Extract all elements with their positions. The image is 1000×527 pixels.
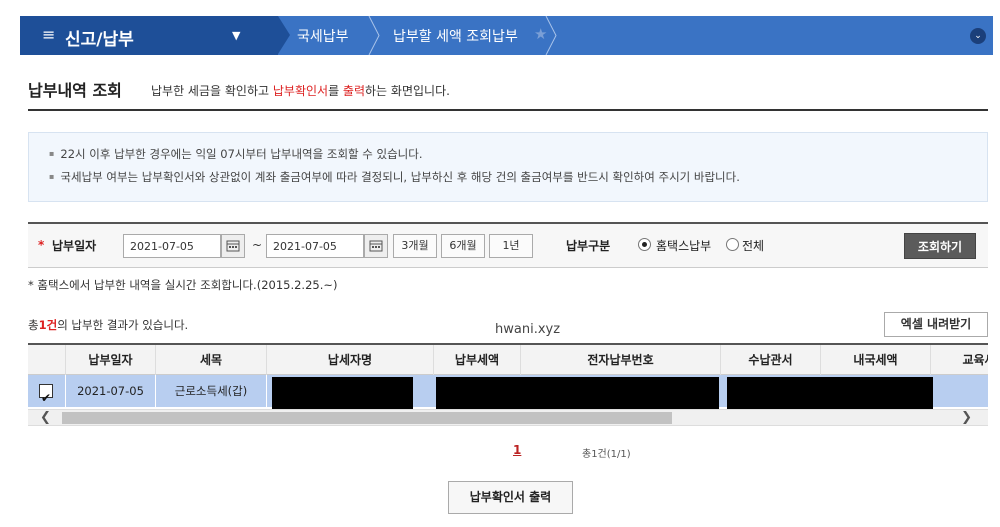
notice-box: 22시 이후 납부한 경우에는 익일 07시부터 납부내역을 조회할 수 있습니… [28, 132, 988, 202]
required-mark: * [38, 238, 45, 252]
column-header-education-tax: 교육세 [931, 345, 988, 375]
breadcrumb-national-tax[interactable]: 국세납부 [297, 26, 349, 46]
radio-hometax[interactable] [638, 238, 651, 251]
top-nav-bar: ≡ 신고/납부 ▼ 국세납부 납부할 세액 조회납부 ★ [20, 16, 993, 55]
page-description: 납부한 세금을 확인하고 납부확인서를 출력하는 화면입니다. [151, 82, 450, 99]
chevron-down-circle-icon[interactable]: ⌄ [970, 28, 986, 44]
title-divider [28, 109, 988, 111]
results-table: 납부일자 세목 납세자명 납부세액 전자납부번호 수납관서 내국세액 교육세 2… [28, 343, 988, 429]
menu-arrow [278, 16, 290, 54]
excel-download-button[interactable]: 엑셀 내려받기 [884, 312, 988, 337]
desc-highlight-print: 출력 [342, 84, 366, 98]
cell-date: 2021-07-05 [66, 375, 156, 407]
period-6-months-button[interactable]: 6개월 [441, 234, 485, 258]
hometax-note: * 홈택스에서 납부한 내역을 실시간 조회합니다.(2015.2.25.~) [28, 278, 338, 292]
period-3-months-button[interactable]: 3개월 [393, 234, 437, 258]
breadcrumb-payment-inquiry[interactable]: 납부할 세액 조회납부 [393, 26, 518, 46]
redacted-payment-info [436, 377, 719, 411]
date-range-separator: ~ [252, 238, 263, 252]
scrollbar-thumb[interactable] [62, 412, 672, 424]
caret-down-icon: ▼ [232, 29, 241, 42]
redacted-taxpayer-name [272, 377, 413, 411]
notice-item: 국세납부 여부는 납부확인서와 상관없이 계좌 출금여부에 따라 결정되니, 납… [49, 169, 739, 185]
date-to-input[interactable] [266, 234, 364, 258]
pagination-current-page[interactable]: 1 [513, 443, 521, 457]
radio-all-label[interactable]: 전체 [742, 237, 764, 254]
column-header-domestic-tax: 내국세액 [821, 345, 931, 375]
column-header-select [28, 345, 66, 375]
row-checkbox[interactable] [39, 382, 53, 414]
search-panel: * 납부일자 ~ 3개월 6개월 1년 납부구분 홈택스납부 전체 조회하기 [28, 222, 988, 268]
search-button[interactable]: 조회하기 [904, 233, 976, 259]
payment-type-label: 납부구분 [566, 239, 611, 253]
calendar-icon[interactable] [364, 234, 388, 258]
result-count-value: 1건 [38, 318, 58, 332]
date-from-input[interactable] [123, 234, 221, 258]
result-count-suffix: 의 납부한 결과가 있습니다. [57, 318, 189, 332]
table-header-row: 납부일자 세목 납세자명 납부세액 전자납부번호 수납관서 내국세액 교육세 [28, 343, 988, 375]
column-header-e-payment-number: 전자납부번호 [521, 345, 721, 375]
main-menu-title: 신고/납부 [65, 30, 134, 50]
column-header-date: 납부일자 [66, 345, 156, 375]
desc-text: 하는 화면입니다. [365, 84, 450, 98]
desc-text: 납부한 세금을 확인하고 [151, 84, 273, 98]
breadcrumb-separator-icon [545, 16, 557, 55]
radio-all[interactable] [726, 238, 739, 251]
scroll-left-icon[interactable]: ❮ [40, 410, 51, 426]
period-1-year-button[interactable]: 1년 [489, 234, 533, 258]
result-count: 총1건의 납부한 결과가 있습니다. [28, 317, 188, 333]
calendar-icon[interactable] [221, 234, 245, 258]
scroll-right-icon[interactable]: ❯ [961, 410, 972, 426]
column-header-amount: 납부세액 [434, 345, 521, 375]
desc-text: 를 [328, 84, 343, 98]
horizontal-scrollbar[interactable]: ❮ ❯ [28, 409, 988, 426]
result-count-prefix: 총 [28, 318, 39, 332]
print-certificate-button[interactable]: 납부확인서 출력 [448, 481, 573, 514]
redacted-office-info [727, 377, 933, 409]
payment-date-label: 납부일자 [52, 239, 97, 253]
row-select-cell[interactable] [28, 375, 66, 414]
column-header-receiving-office: 수납관서 [721, 345, 821, 375]
page-title: 납부내역 조회 [28, 81, 122, 100]
column-header-taxpayer: 납세자명 [267, 345, 434, 375]
pagination-total: 총1건(1/1) [582, 449, 631, 460]
hamburger-icon: ≡ [42, 25, 56, 44]
notice-item: 22시 이후 납부한 경우에는 익일 07시부터 납부내역을 조회할 수 있습니… [49, 146, 422, 162]
desc-highlight-certificate: 납부확인서 [272, 84, 329, 98]
breadcrumb-separator-icon [368, 16, 380, 55]
radio-hometax-label[interactable]: 홈택스납부 [656, 237, 711, 254]
main-menu-button[interactable]: ≡ 신고/납부 ▼ [20, 16, 278, 55]
watermark-text: hwani.xyz [495, 322, 561, 337]
cell-tax-item: 근로소득세(갑) [156, 375, 267, 407]
column-header-tax-item: 세목 [156, 345, 267, 375]
